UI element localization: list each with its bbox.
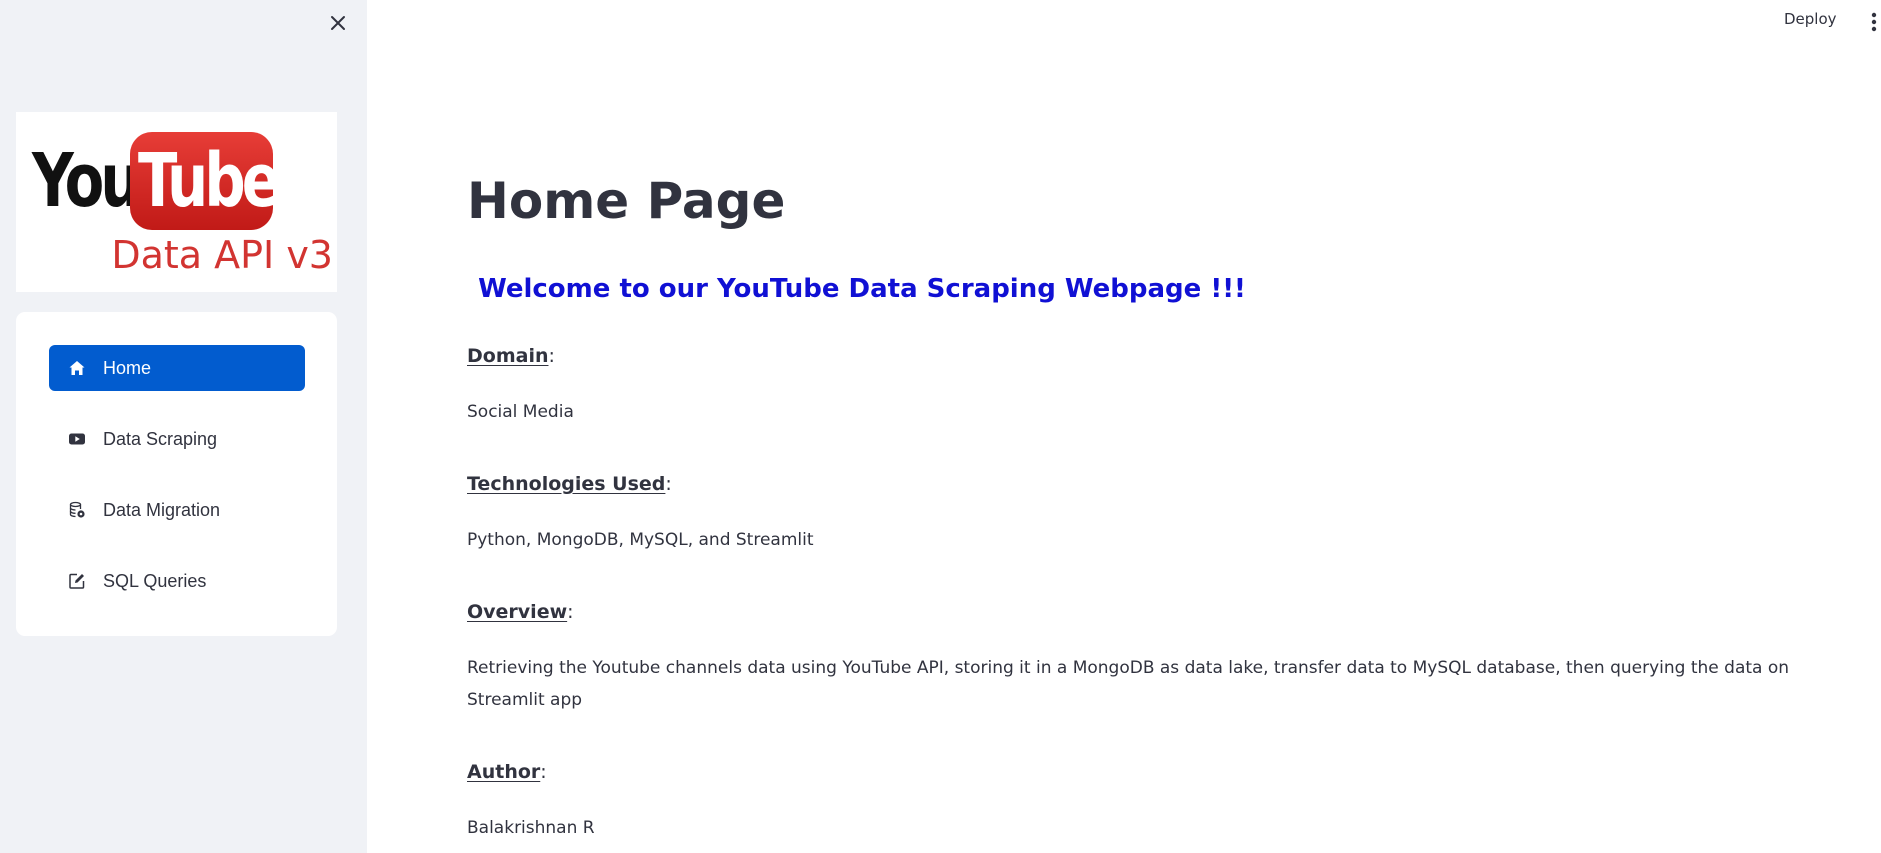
welcome-heading: Welcome to our YouTube Data Scraping Web… xyxy=(478,274,1246,304)
logo-subtitle: Data API v3 xyxy=(111,233,333,277)
sidebar-item-label: Data Migration xyxy=(103,499,221,520)
sidebar: You Tube Data API v3 Home Data Scraping … xyxy=(0,0,367,853)
section-heading-author: Author: xyxy=(467,761,547,783)
section-heading-text: Domain xyxy=(467,345,549,367)
close-icon xyxy=(331,16,345,30)
section-text-author: Balakrishnan R xyxy=(467,818,595,838)
sidebar-item-data-migration[interactable]: Data Migration xyxy=(49,487,305,533)
youtube-icon xyxy=(67,429,87,449)
section-text-domain: Social Media xyxy=(467,402,574,422)
sidebar-item-sql-queries[interactable]: SQL Queries xyxy=(49,558,305,604)
logo-word-you: You xyxy=(32,138,141,224)
sidebar-item-label: SQL Queries xyxy=(103,570,207,591)
sidebar-nav-menu: Home Data Scraping Data Migration SQL Qu… xyxy=(16,312,337,636)
section-heading-domain: Domain: xyxy=(467,345,555,367)
sidebar-item-home[interactable]: Home xyxy=(49,345,305,391)
section-heading-text: Technologies Used xyxy=(467,473,666,495)
section-heading-text: Overview xyxy=(467,601,568,623)
sidebar-item-label: Home xyxy=(103,357,152,378)
database-icon xyxy=(67,500,87,520)
logo-word-tube: Tube xyxy=(138,138,281,224)
sidebar-item-data-scraping[interactable]: Data Scraping xyxy=(49,416,305,462)
edit-icon xyxy=(67,571,87,591)
section-heading-overview: Overview: xyxy=(467,601,574,623)
section-heading-technologies: Technologies Used: xyxy=(467,473,672,495)
section-text-overview: Retrieving the Youtube channels data usi… xyxy=(467,658,1790,710)
page-title: Home Page xyxy=(467,172,786,230)
section-text-technologies: Python, MongoDB, MySQL, and Streamlit xyxy=(467,530,814,550)
youtube-data-api-logo: You Tube Data API v3 xyxy=(16,112,337,292)
home-icon xyxy=(67,358,87,378)
streamlit-app: You Tube Data API v3 Home Data Scraping … xyxy=(0,0,1881,853)
sidebar-item-label: Data Scraping xyxy=(103,428,218,449)
main-content: Home Page Welcome to our YouTube Data Sc… xyxy=(367,0,1881,853)
close-sidebar-button[interactable] xyxy=(324,9,352,37)
section-heading-text: Author xyxy=(467,761,541,783)
